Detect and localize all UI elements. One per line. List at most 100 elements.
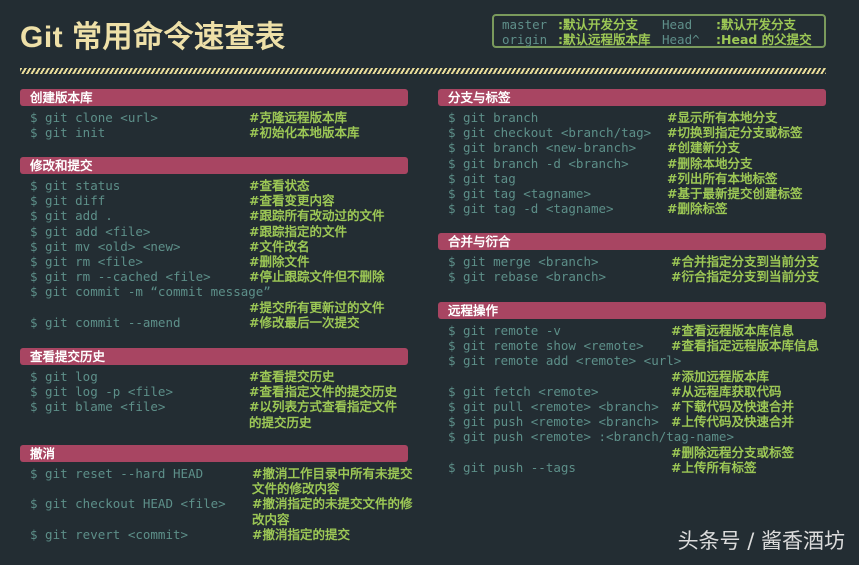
section-merge: 合并与衍合 $ git merge <branch> #合并指定分支到当前分支 $ g… [438,233,826,284]
command-description: #撤消工作目录中所有未提交 [252,466,413,481]
command-text: $ git tag -d <tagname> [448,201,614,217]
command-description: 的提交历史 [249,414,312,430]
command-row: $ git fetch <remote> #从远程库获取代码 [448,384,826,399]
command-row: $ git commit --amend #修改最后一次提交 [30,315,408,330]
command-text: $ git checkout <branch/tag> [448,125,652,141]
command-text [30,481,252,496]
command-description: #初始化本地版本库 [249,125,360,141]
command-text: $ git tag <tagname> [448,186,591,202]
command-description: #上传代码及快速合并 [671,414,794,430]
command-row: $ git clone <url> #克隆远程版本库 [30,110,408,125]
command-row: $ git log #查看提交历史 [30,369,408,384]
command-list: $ git reset --hard HEAD #撤消工作目录中所有未提交 文件的修… [20,462,412,542]
command-row: $ git diff #查看变更内容 [30,193,408,208]
legend-key: origin [502,32,548,47]
section-header: 查看提交历史 [20,348,408,365]
command-row: $ git push --tags #上传所有标签 [448,460,826,475]
command-row: $ git remote -v #查看远程版本库信息 [448,323,826,338]
legend-value: :Head 的父提交 [716,32,812,47]
section-history: 查看提交历史 $ git log #查看提交历史 $ git log -p <file… [20,348,408,430]
command-text: $ git log -p <file> [30,384,173,400]
command-description: 改内容 [252,511,290,527]
command-list: $ git status #查看状态 $ git diff #查看变更内容 $ git … [20,174,408,330]
command-text: $ git branch <new-branch> [448,140,637,156]
command-row: $ git add <file> #跟踪指定的文件 [30,224,408,239]
command-row: $ git tag #列出所有本地标签 [448,171,826,186]
command-description: #文件改名 [249,238,310,254]
command-row: $ git log -p <file> #查看指定文件的提交历史 [30,384,408,399]
section-remote: 远程操作 $ git remote -v #查看远程版本库信息 $ git remot… [438,302,826,475]
command-text: $ git commit --amend [30,314,181,330]
command-text: $ git rm --cached <file> [30,269,211,285]
command-description: #提交所有更新过的文件 [249,299,385,315]
command-description: #查看提交历史 [249,369,335,384]
command-description: #克隆远程版本库 [249,110,347,125]
command-text: $ git reset --hard HEAD [30,466,204,481]
command-text [448,445,671,460]
command-text: $ git rm <file> [30,254,143,270]
legend-key: master [502,17,548,32]
command-row: $ git branch -d <branch> #删除本地分支 [448,156,826,171]
command-description: #列出所有本地标签 [667,170,778,186]
command-description: #以列表方式查看指定文件 [249,399,397,415]
command-row: 的提交历史 [30,415,408,430]
command-text: $ git branch -d <branch> [448,155,629,171]
command-text: $ git status [30,178,121,193]
section-modify: 修改和提交 $ git status #查看状态 $ git diff #查看变更内容 $… [20,157,408,330]
command-row: $ git remote add <remote> <url> [448,353,826,368]
command-description: #停止跟踪文件但不删除 [249,269,385,285]
command-text: $ git blame <file> [30,399,166,415]
command-row: #添加远程版本库 [448,369,826,384]
command-text: $ git rebase <branch> [448,269,607,285]
command-text: $ git revert <commit> [30,526,189,542]
command-text: $ git diff [30,193,106,209]
command-list: $ git clone <url> #克隆远程版本库 $ git init #初始化本… [20,106,408,140]
command-text [30,512,252,527]
command-row: $ git status #查看状态 [30,178,408,193]
command-description: #撤消指定的提交 [252,526,350,542]
command-text: $ git fetch <remote> [448,383,599,399]
command-row: $ git blame <file> #以列表方式查看指定文件 [30,399,408,414]
section-branch: 分支与标签 $ git branch #显示所有本地分支 $ git checkout… [438,89,826,216]
command-row: $ git branch <new-branch> #创建新分支 [448,140,826,155]
command-row: $ git checkout <branch/tag> #切换到指定分支或标签 [448,125,826,140]
command-text: $ git init [30,125,106,141]
command-text: $ git push <remote> <branch> [448,414,659,430]
section-header: 分支与标签 [438,89,826,106]
command-row: $ git push <remote> <branch> #上传代码及快速合并 [448,414,826,429]
command-text: $ git pull <remote> <branch> [448,399,659,415]
command-description: #上传所有标签 [671,459,757,475]
command-text: $ git log [30,369,98,384]
command-row: $ git mv <old> <new> #文件改名 [30,239,408,254]
command-list: $ git merge <branch> #合并指定分支到当前分支 $ git re… [438,250,826,284]
command-row: 文件的修改内容 [30,481,408,496]
section-header: 修改和提交 [20,157,408,174]
command-description: #显示所有本地分支 [667,110,778,125]
legend-key: Head [662,17,693,32]
command-text: $ git branch [448,110,539,125]
command-row: $ git push <remote> :<branch/tag-name> [448,429,826,444]
command-description: #修改最后一次提交 [249,314,360,330]
command-description: #跟踪所有改动过的文件 [249,208,385,224]
command-description: 文件的修改内容 [252,481,340,497]
command-row: #删除远程分支或标签 [448,445,826,460]
command-list: $ git branch #显示所有本地分支 $ git checkout <bra… [438,106,826,216]
legend-value: :默认开发分支 [558,17,638,32]
command-description: #查看指定文件的提交历史 [249,384,397,400]
command-row: 改内容 [30,512,408,527]
command-description: #添加远程版本库 [671,368,769,384]
command-description: #查看指定远程版本库信息 [671,338,819,354]
command-text [30,300,249,315]
command-text: $ git add . [30,208,113,224]
command-text [30,415,249,430]
section-header: 撤消 [20,445,408,462]
legend-row: origin :默认远程版本库 Head^ :Head 的父提交 [502,32,816,47]
command-text: $ git remote add <remote> <url> [448,353,682,369]
command-text: $ git checkout HEAD <file> [30,496,226,512]
command-row: #提交所有更新过的文件 [30,300,408,315]
command-text: $ git push <remote> :<branch/tag-name> [448,429,734,445]
command-row: $ git rm --cached <file> #停止跟踪文件但不删除 [30,269,408,284]
command-text: $ git add <file> [30,223,151,239]
command-list: $ git log #查看提交历史 $ git log -p <file> #查看指定… [20,365,408,430]
command-row: $ git checkout HEAD <file> #撤消指定的未提交文件的修 [30,496,412,512]
